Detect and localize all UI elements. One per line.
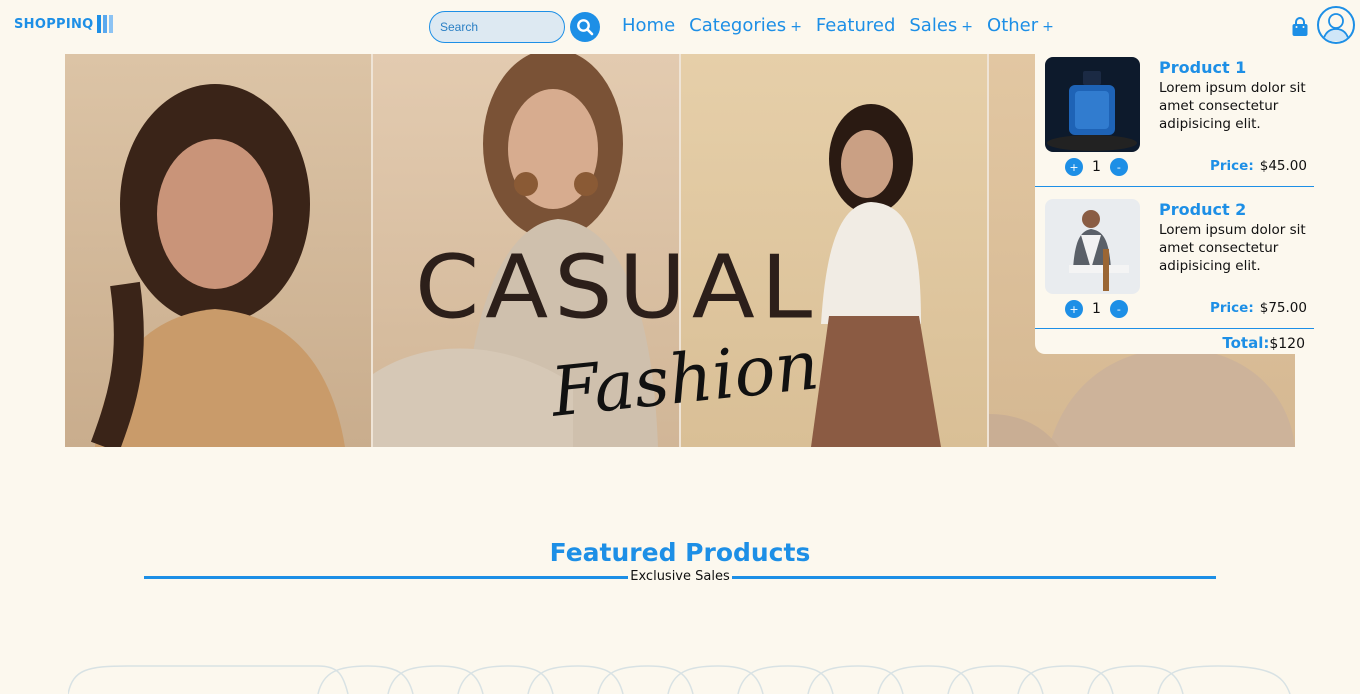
cart-item-description: Lorem ipsum dolor sit amet consectetur a… (1159, 80, 1306, 132)
total-value: $120 (1269, 336, 1305, 352)
featured-subtitle: Exclusive Sales (630, 569, 730, 584)
plus-icon: + (961, 19, 974, 35)
search-icon (577, 19, 594, 36)
hero-title: CASUAL (415, 236, 819, 339)
search-button[interactable] (570, 12, 600, 42)
cart-item-price: Price: $75.00 (1195, 300, 1315, 316)
decrement-button[interactable]: - (1109, 158, 1128, 176)
increment-button[interactable]: + (1065, 300, 1083, 318)
cart-item: Product 2 Lorem ipsum dolor sit amet con… (1035, 196, 1315, 329)
price-label: Price: (1210, 300, 1254, 316)
logo-text: SHOPPINQ (14, 16, 94, 32)
cart-item: Product 1 Lorem ipsum dolor sit amet con… (1035, 54, 1315, 187)
shopping-bag-icon[interactable] (1290, 17, 1310, 37)
cart-item-name: Product 2 (1159, 200, 1247, 219)
price-value: $75.00 (1259, 300, 1307, 316)
product-carousel-edge (68, 665, 1291, 694)
hero-photo-1 (65, 54, 371, 447)
quantity-value: 1 (1092, 159, 1101, 175)
featured-title: Featured Products (549, 538, 811, 567)
nav-categories[interactable]: Categories + (689, 15, 802, 36)
increment-button[interactable]: + (1065, 158, 1083, 176)
cart-total: Total:$120 (1222, 334, 1305, 352)
cart-divider (1035, 328, 1314, 329)
logo-bars-icon (96, 15, 113, 33)
nav-featured[interactable]: Featured (816, 15, 895, 36)
top-header: SHOPPINQ Home Categories+ Featured Sales… (0, 0, 1360, 54)
quantity-stepper: + 1 - (1065, 300, 1128, 318)
user-icon (1322, 13, 1350, 42)
nav-home[interactable]: Home (622, 15, 675, 36)
main-nav: Home Categories + Featured Sales + Other + (622, 15, 1054, 36)
price-value: $45.00 (1259, 158, 1307, 174)
quantity-value: 1 (1092, 301, 1101, 317)
cart-divider (1035, 186, 1314, 187)
search-input[interactable] (429, 11, 565, 43)
cart-dropdown: Product 1 Lorem ipsum dolor sit amet con… (1035, 54, 1315, 354)
cart-item-description: Lorem ipsum dolor sit amet consectetur a… (1159, 222, 1306, 274)
man-portrait-icon (1045, 199, 1140, 294)
total-label: Total: (1222, 334, 1270, 352)
brand-logo[interactable]: SHOPPINQ (14, 15, 113, 33)
cart-item-name: Product 1 (1159, 58, 1247, 77)
user-avatar[interactable] (1317, 6, 1355, 44)
price-label: Price: (1210, 158, 1254, 174)
plus-icon: + (1042, 19, 1054, 35)
decrement-button[interactable]: - (1109, 300, 1128, 318)
quantity-stepper: + 1 - (1065, 158, 1128, 176)
perfume-icon (1045, 57, 1140, 152)
nav-other[interactable]: Other + (987, 15, 1054, 36)
plus-icon: + (790, 19, 802, 35)
nav-sales[interactable]: Sales + (909, 15, 973, 36)
cart-item-price: Price: $45.00 (1195, 158, 1315, 174)
